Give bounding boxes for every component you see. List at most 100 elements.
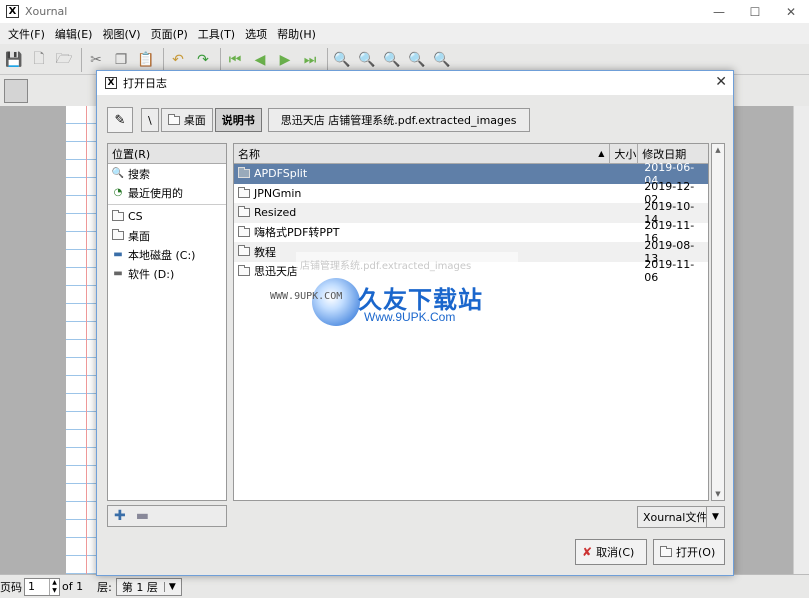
xournal-app-icon: X bbox=[105, 77, 117, 89]
breadcrumb-root[interactable]: \ bbox=[141, 108, 159, 132]
breadcrumb-current[interactable]: 说明书 bbox=[214, 108, 262, 132]
places-separator bbox=[108, 204, 226, 205]
column-size-header[interactable]: 大小 bbox=[610, 144, 639, 163]
menu-edit[interactable]: 编辑(E) bbox=[50, 26, 98, 42]
file-name: 嗨格式PDF转PPT bbox=[254, 226, 340, 240]
scroll-up-icon[interactable]: ▲ bbox=[712, 144, 724, 156]
folder-icon bbox=[112, 210, 124, 221]
cancel-icon: ✘ bbox=[582, 545, 593, 559]
open-button[interactable]: 打开(O) bbox=[653, 539, 725, 565]
undo-icon[interactable]: ↶ bbox=[167, 49, 189, 71]
site-watermark: WWW.9UPK.COM 久友下载站 Www.9UPK.Com bbox=[270, 278, 518, 328]
window-title: Xournal bbox=[25, 5, 68, 18]
watermark-url: Www.9UPK.Com bbox=[364, 310, 456, 324]
menu-view[interactable]: 视图(V) bbox=[97, 26, 145, 42]
folder-icon bbox=[238, 264, 250, 276]
file-name: Resized bbox=[254, 206, 297, 220]
zoom-100-icon[interactable]: 🔍 bbox=[406, 49, 428, 71]
file-name: JPNGmin bbox=[254, 186, 302, 200]
zoom-in-icon[interactable]: 🔍 bbox=[381, 49, 403, 71]
window-titlebar: X Xournal — ☐ ✕ bbox=[0, 0, 809, 23]
drive-icon: ▬ bbox=[113, 268, 123, 279]
remove-bookmark-icon[interactable]: ▬ bbox=[136, 508, 149, 524]
dropdown-arrow-icon[interactable]: ▼ bbox=[706, 507, 724, 527]
place-recent[interactable]: ◔ 最近使用的 bbox=[108, 183, 226, 202]
toolbar-separator bbox=[220, 47, 221, 72]
open-label: 打开(O) bbox=[676, 546, 716, 559]
folder-icon bbox=[167, 113, 180, 125]
file-list-scrollbar[interactable]: ▲ ▼ bbox=[711, 143, 725, 501]
menu-tools[interactable]: 工具(T) bbox=[193, 26, 240, 42]
open-icon[interactable]: 🗁 bbox=[53, 49, 75, 71]
pen-color-button[interactable] bbox=[4, 79, 28, 103]
dropdown-arrow-icon[interactable]: ▼ bbox=[163, 581, 176, 592]
spinner-arrows-icon[interactable]: ▲ ▼ bbox=[49, 578, 59, 595]
layer-select[interactable]: 第 1 层 ▼ bbox=[115, 577, 182, 596]
menu-options[interactable]: 选项 bbox=[240, 26, 272, 42]
first-page-icon[interactable]: ⏮ bbox=[224, 49, 246, 71]
breadcrumb-next[interactable]: 思迅天店 店铺管理系统.pdf.extracted_images bbox=[267, 108, 530, 132]
breadcrumb-desktop-label: 桌面 bbox=[183, 114, 206, 127]
zoom-out-icon[interactable]: 🔍 bbox=[331, 49, 353, 71]
table-row[interactable]: Resized 2019-10-14 bbox=[234, 200, 708, 226]
maximize-button[interactable]: ☐ bbox=[737, 0, 773, 23]
place-drive-d[interactable]: ▬ 软件 (D:) bbox=[108, 264, 226, 283]
minimize-button[interactable]: — bbox=[701, 0, 737, 23]
table-row[interactable]: JPNGmin 2019-12-02 bbox=[234, 180, 708, 206]
page-spinner[interactable]: 1 ▲ ▼ bbox=[24, 577, 60, 596]
place-cs[interactable]: CS bbox=[108, 207, 226, 226]
menu-help[interactable]: 帮助(H) bbox=[272, 26, 321, 42]
table-row[interactable]: 嗨格式PDF转PPT 2019-11-16 bbox=[234, 219, 708, 245]
page-number-value[interactable]: 1 bbox=[28, 580, 35, 593]
column-name-header[interactable]: 名称 ▲ bbox=[234, 144, 611, 163]
statusbar: 页码 1 ▲ ▼ of 1 层: 第 1 层 ▼ bbox=[0, 574, 809, 598]
place-drive-c[interactable]: ▬ 本地磁盘 (C:) bbox=[108, 245, 226, 264]
column-date-header[interactable]: 修改日期 bbox=[638, 144, 708, 163]
ghost-text: 店铺管理系统.pdf.extracted_images bbox=[296, 252, 518, 280]
prev-page-icon[interactable]: ◀ bbox=[249, 49, 271, 71]
close-window-button[interactable]: ✕ bbox=[773, 0, 809, 23]
folder-icon bbox=[238, 206, 250, 218]
save-icon[interactable]: 💾 bbox=[3, 49, 25, 71]
canvas-scrollbar[interactable] bbox=[793, 106, 809, 574]
add-bookmark-icon[interactable]: ✚ bbox=[114, 508, 126, 524]
drive-icon: ▬ bbox=[113, 249, 123, 260]
folder-icon bbox=[238, 225, 250, 237]
file-type-filter[interactable]: Xournal文件 ▼ bbox=[637, 506, 725, 528]
cancel-button[interactable]: ✘ 取消(C) bbox=[575, 539, 647, 565]
places-header[interactable]: 位置(R) bbox=[108, 144, 226, 164]
place-search[interactable]: 🔍 搜索 bbox=[108, 164, 226, 183]
folder-icon bbox=[238, 245, 250, 257]
edit-path-icon[interactable]: ✎ bbox=[107, 107, 133, 133]
watermark-www: WWW.9UPK.COM bbox=[270, 291, 343, 302]
breadcrumb-desktop[interactable]: 桌面 bbox=[160, 108, 213, 132]
new-icon[interactable]: 🗋 bbox=[28, 49, 50, 71]
paste-icon[interactable]: 📋 bbox=[135, 49, 157, 71]
folder-icon bbox=[112, 229, 124, 240]
last-page-icon[interactable]: ⏭ bbox=[299, 49, 321, 71]
menu-page[interactable]: 页面(P) bbox=[146, 26, 193, 42]
zoom-fit-icon[interactable]: 🔍 bbox=[356, 49, 378, 71]
file-name: 思迅天店 bbox=[254, 265, 298, 279]
place-label: 最近使用的 bbox=[128, 186, 183, 200]
menu-file[interactable]: 文件(F) bbox=[3, 26, 50, 42]
dialog-close-icon[interactable]: ✕ bbox=[715, 74, 727, 90]
copy-icon[interactable]: ❐ bbox=[110, 49, 132, 71]
dialog-title: 打开日志 bbox=[123, 77, 167, 90]
toolbar-separator bbox=[163, 47, 164, 72]
place-label: 桌面 bbox=[128, 229, 150, 243]
zoom-find-icon[interactable]: 🔍 bbox=[431, 49, 453, 71]
place-desktop[interactable]: 桌面 bbox=[108, 226, 226, 245]
redo-icon[interactable]: ↷ bbox=[192, 49, 214, 71]
cut-icon[interactable]: ✂ bbox=[85, 49, 107, 71]
layer-label: 层: bbox=[97, 580, 112, 594]
place-label: CS bbox=[128, 210, 143, 223]
watermark-globe-icon bbox=[312, 278, 360, 326]
dialog-titlebar: X 打开日志 ✕ bbox=[97, 71, 733, 95]
file-date: 2019-11-06 bbox=[644, 258, 695, 285]
table-row[interactable]: APDFSplit 2019-06-04 bbox=[234, 161, 708, 187]
page-label: 页码 bbox=[0, 580, 22, 594]
toolbar-separator bbox=[81, 47, 82, 72]
scroll-down-icon[interactable]: ▼ bbox=[712, 488, 724, 500]
next-page-icon[interactable]: ▶ bbox=[274, 49, 296, 71]
